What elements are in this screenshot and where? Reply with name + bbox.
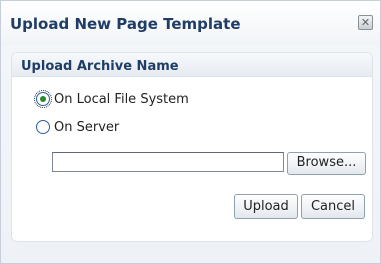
radio-label-local: On Local File System — [54, 91, 189, 107]
cancel-button[interactable]: Cancel — [301, 194, 365, 219]
dialog-titlebar: Upload New Page Template ✕ — [1, 1, 380, 45]
radio-button-selected[interactable] — [34, 90, 52, 108]
browse-button[interactable]: Browse... — [287, 152, 366, 175]
close-icon[interactable]: ✕ — [358, 15, 373, 30]
radio-local-file-system[interactable]: On Local File System — [34, 90, 189, 108]
upload-template-dialog: Upload New Page Template ✕ Upload Archiv… — [0, 0, 381, 264]
file-path-input[interactable] — [52, 152, 284, 172]
radio-label-server: On Server — [54, 119, 120, 135]
radio-on-server[interactable]: On Server — [36, 118, 119, 136]
upload-button[interactable]: Upload — [234, 194, 298, 219]
panel-header: Upload Archive Name — [12, 53, 372, 77]
panel-title: Upload Archive Name — [21, 59, 179, 74]
dialog-title: Upload New Page Template — [10, 15, 241, 33]
radio-button[interactable] — [36, 120, 50, 134]
